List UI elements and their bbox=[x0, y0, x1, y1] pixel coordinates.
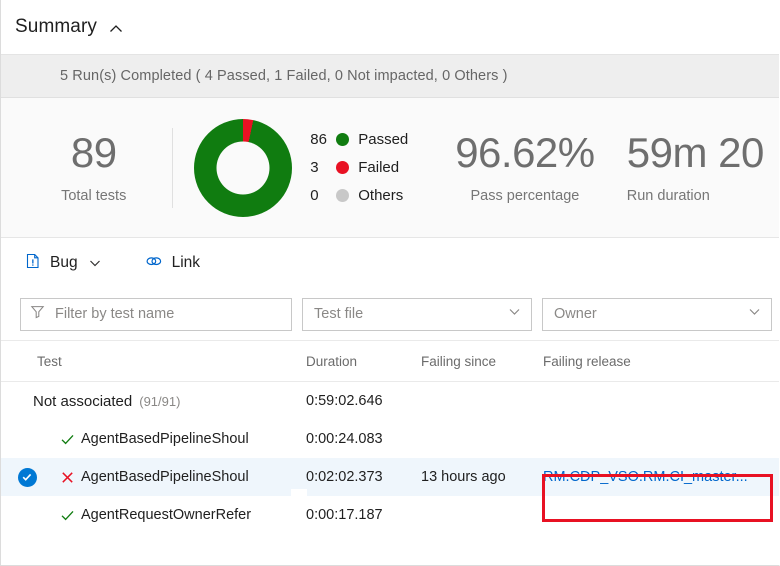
test-results-summary-panel: Summary 5 Run(s) Completed ( 4 Passed, 1… bbox=[0, 0, 780, 566]
cross-icon bbox=[53, 470, 81, 485]
legend-label-failed: Failed bbox=[358, 159, 400, 176]
search-input-wrapper[interactable]: Filter by test name bbox=[20, 297, 292, 331]
test-cell: AgentBasedPipelineShoul bbox=[1, 467, 306, 487]
test-duration: 0:00:24.083 bbox=[306, 431, 383, 447]
runs-completed-text: 5 Run(s) Completed ( 4 Passed, 1 Failed,… bbox=[60, 68, 508, 84]
summary-header[interactable]: Summary bbox=[1, 0, 779, 54]
bug-button-label: Bug bbox=[50, 254, 78, 271]
legend-count-others: 0 bbox=[310, 187, 319, 204]
test-duration: 0:00:17.187 bbox=[306, 507, 383, 523]
test-name: AgentBasedPipelineShoul bbox=[81, 469, 249, 485]
run-duration-caption: Run duration bbox=[626, 187, 710, 204]
pass-percentage-stat: 96.62% Pass percentage bbox=[437, 128, 613, 204]
test-file-dropdown[interactable]: Test file bbox=[302, 297, 532, 331]
test-duration: 0:02:02.373 bbox=[306, 469, 383, 485]
test-file-dropdown-label: Test file bbox=[314, 306, 364, 322]
column-header-failing-since[interactable]: Failing since bbox=[421, 354, 543, 369]
outcome-donut-chart bbox=[179, 118, 306, 217]
column-header-failing-release[interactable]: Failing release bbox=[543, 354, 743, 369]
chevron-down-icon[interactable] bbox=[507, 304, 522, 324]
legend-label-passed: Passed bbox=[358, 131, 409, 148]
results-toolbar: Bug Link bbox=[1, 238, 779, 288]
chevron-down-icon[interactable] bbox=[88, 256, 102, 270]
legend-item-others: 0 Others bbox=[310, 187, 437, 204]
legend-item-failed: 3 Failed bbox=[310, 159, 437, 176]
row-selection-checkbox[interactable] bbox=[1, 467, 53, 487]
chevron-up-icon[interactable] bbox=[108, 21, 124, 37]
group-duration: 0:59:02.646 bbox=[306, 393, 383, 409]
table-group-row[interactable]: Not associated (91/91) 0:59:02.646 bbox=[1, 382, 779, 420]
group-count: (91/91) bbox=[139, 393, 181, 409]
legend-count-failed: 3 bbox=[310, 159, 319, 176]
failing-release-link[interactable]: RM.CDP_VSO.RM.CI_master... bbox=[543, 469, 748, 485]
group-name: Not associated bbox=[33, 392, 133, 410]
table-row[interactable]: AgentBasedPipelineShoul 0:00:24.083 bbox=[1, 420, 779, 458]
legend-label-others: Others bbox=[358, 187, 404, 204]
chevron-down-icon[interactable] bbox=[747, 304, 762, 324]
results-table-header: Test Duration Failing since Failing rele… bbox=[1, 340, 779, 382]
pass-percentage-caption: Pass percentage bbox=[470, 187, 580, 204]
donut-hole bbox=[216, 141, 270, 194]
link-button[interactable]: Link bbox=[140, 247, 204, 279]
owner-dropdown-label: Owner bbox=[554, 306, 597, 322]
bug-button[interactable]: Bug bbox=[20, 247, 106, 279]
column-header-duration[interactable]: Duration bbox=[306, 354, 421, 369]
page-title: Summary bbox=[15, 16, 97, 37]
total-tests-value: 89 bbox=[70, 128, 117, 176]
legend-dot-failed bbox=[336, 161, 350, 174]
test-cell: AgentRequestOwnerRefer bbox=[1, 507, 306, 523]
owner-dropdown[interactable]: Owner bbox=[542, 297, 772, 331]
chart-legend: 86 Passed 3 Failed 0 Others bbox=[310, 131, 437, 204]
check-circle-icon bbox=[17, 467, 37, 487]
checkmark-icon bbox=[53, 508, 81, 523]
search-input-placeholder: Filter by test name bbox=[55, 306, 175, 322]
legend-dot-passed bbox=[336, 133, 350, 146]
group-cell: Not associated (91/91) bbox=[1, 393, 306, 410]
test-failing-release-cell: RM.CDP_VSO.RM.CI_master... bbox=[543, 469, 748, 485]
stats-divider bbox=[172, 127, 174, 208]
table-row[interactable]: AgentBasedPipelineShoul 0:02:02.373 13 h… bbox=[1, 458, 779, 496]
total-tests-stat: 89 Total tests bbox=[1, 128, 186, 204]
link-icon bbox=[144, 252, 164, 275]
runs-completed-bar: 5 Run(s) Completed ( 4 Passed, 1 Failed,… bbox=[1, 54, 779, 98]
pass-percentage-value: 96.62% bbox=[455, 128, 595, 176]
legend-item-passed: 86 Passed bbox=[310, 131, 437, 148]
run-duration-stat: 59m 20 Run duration bbox=[613, 132, 779, 204]
row-notch bbox=[291, 489, 307, 496]
chevron-down-icon[interactable] bbox=[1, 395, 33, 408]
legend-dot-others bbox=[336, 189, 350, 202]
column-header-test[interactable]: Test bbox=[1, 354, 306, 369]
table-row[interactable]: AgentRequestOwnerRefer 0:00:17.187 bbox=[1, 496, 779, 534]
link-button-label: Link bbox=[171, 254, 201, 271]
test-name: AgentBasedPipelineShoul bbox=[81, 431, 249, 447]
test-failing-since: 13 hours ago bbox=[421, 469, 506, 485]
summary-stats: 89 Total tests 86 Passed 3 Failed 0 Othe… bbox=[1, 98, 779, 238]
legend-count-passed: 86 bbox=[310, 131, 327, 148]
total-tests-caption: Total tests bbox=[61, 187, 127, 204]
filter-row: Filter by test name Test file Owner bbox=[1, 288, 779, 340]
run-duration-value: 59m 20 bbox=[626, 131, 765, 176]
checkmark-icon bbox=[53, 432, 81, 447]
test-name: AgentRequestOwnerRefer bbox=[81, 507, 252, 523]
bug-file-icon bbox=[24, 252, 42, 275]
filter-icon bbox=[30, 304, 45, 324]
donut-ring bbox=[193, 118, 292, 217]
test-cell: AgentBasedPipelineShoul bbox=[1, 431, 306, 447]
